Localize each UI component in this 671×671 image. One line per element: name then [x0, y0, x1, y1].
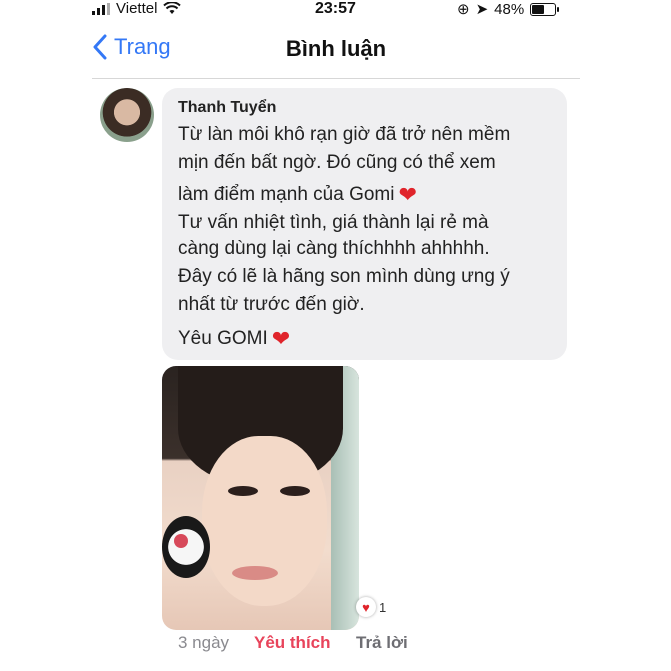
photo-lip-balm-jar [162, 516, 210, 578]
reply-button[interactable]: Trả lời [356, 633, 408, 653]
comment-line: càng dùng lại càng thíchhhh ahhhhh. [178, 238, 490, 259]
comment-line: Yêu GOMI [178, 328, 268, 349]
photo-lips [232, 566, 278, 580]
photo-eye [228, 486, 258, 496]
comment-photo[interactable] [162, 366, 359, 630]
status-right: ⊕ ➤ 48% [457, 0, 560, 18]
heart-icon: ♥ [356, 597, 376, 617]
reaction-badge[interactable]: ♥ 1 [356, 597, 386, 617]
battery-icon [530, 2, 560, 16]
reaction-count: 1 [379, 599, 387, 615]
nav-bar: Trang Bình luận [92, 24, 580, 79]
comment-line: mịn đến bất ngờ. Đó cũng có thể xem [178, 152, 496, 173]
wifi-icon [163, 2, 182, 14]
comment-line: Tư vấn nhiệt tình, giá thành lại rẻ mà [178, 212, 489, 233]
page-title: Bình luận [285, 36, 387, 61]
comment-line-with-heart: làm điểm mạnh của Gomi ❤ [178, 182, 417, 208]
comment-author[interactable]: Thanh Tuyển [178, 99, 276, 117]
heart-emoji-icon: ❤ [398, 182, 417, 207]
avatar[interactable] [100, 88, 154, 142]
photo-eye [280, 486, 310, 496]
comment-line: Đây có lẽ là hãng son mình dùng ưng ý [178, 266, 510, 287]
heart-emoji-icon: ❤ [271, 326, 291, 351]
comment-bubble: Thanh Tuyển Từ làn môi khô rạn giờ đã tr… [162, 88, 567, 360]
battery-percent: 48% [494, 0, 525, 18]
signal-icon [92, 2, 110, 15]
comment-line-with-heart: Yêu GOMI ❤ [178, 326, 290, 352]
carrier-name: Viettel [116, 0, 158, 17]
status-bar: Viettel 23:57 ⊕ ➤ 48% [0, 0, 671, 20]
photo-face [202, 436, 327, 606]
like-button[interactable]: Yêu thích [254, 633, 331, 653]
comment-line: làm điểm mạnh của Gomi [178, 184, 395, 205]
clock: 23:57 [315, 0, 356, 17]
rotation-lock-icon: ⊕ [457, 1, 470, 18]
location-icon: ➤ [475, 1, 489, 18]
carrier-group: Viettel [92, 0, 182, 17]
comment-age: 3 ngày [178, 633, 230, 652]
comment-line: Từ làn môi khô rạn giờ đã trở nên mềm [178, 124, 511, 145]
comment-line: nhất từ trước đến giờ. [178, 294, 365, 315]
